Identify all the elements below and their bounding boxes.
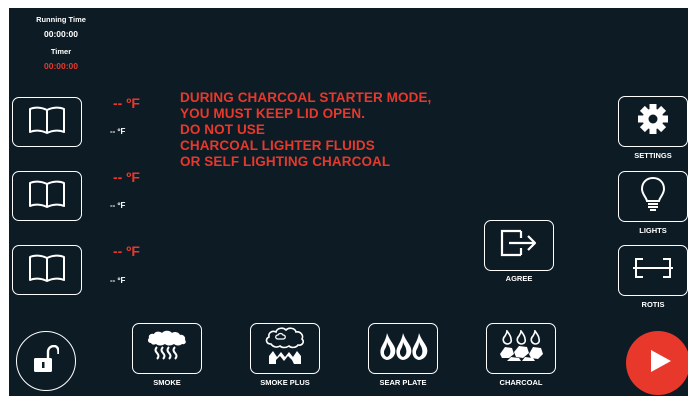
timer-label: Timer (50, 47, 72, 56)
probe-3-button[interactable] (12, 245, 82, 295)
lock-button[interactable] (16, 331, 76, 391)
lights-label: LIGHTS (639, 226, 667, 235)
mode-sear-plate-button[interactable] (368, 323, 438, 374)
probe-2-button[interactable] (12, 171, 82, 221)
warning-line: CHARCOAL LIGHTER FLUIDS (180, 138, 375, 153)
agree-button[interactable] (484, 220, 554, 271)
probe-1-button[interactable] (12, 97, 82, 147)
settings-label: SETTINGS (634, 151, 672, 160)
timer-value: 00:00:00 (43, 61, 79, 71)
probe-1-set-temp: -- ºF (113, 95, 140, 111)
gear-icon (637, 103, 669, 140)
probe-2-set-temp: -- ºF (113, 169, 140, 185)
probe-1-actual-temp: -- ºF (110, 127, 126, 136)
rotis-button[interactable] (618, 245, 688, 296)
smoke-plus-icon (261, 326, 309, 371)
mode-charcoal-label: CHARCOAL (499, 378, 543, 387)
smoke-icon (145, 329, 189, 368)
start-button[interactable] (626, 331, 688, 395)
lightbulb-icon (640, 176, 666, 217)
settings-button[interactable] (618, 96, 688, 147)
mode-sear-plate-label: SEAR PLATE (379, 378, 427, 387)
mode-smoke-plus-button[interactable] (250, 323, 320, 374)
warning-line: DO NOT USE (180, 122, 266, 137)
rotisserie-icon (633, 256, 673, 285)
book-icon (28, 105, 66, 140)
charcoal-warning: DURING CHARCOAL STARTER MODE, YOU MUST K… (180, 90, 431, 170)
running-time-value: 00:00:00 (43, 29, 79, 39)
flames-icon (378, 331, 428, 366)
probe-3-set-temp: -- ºF (113, 243, 140, 259)
lights-button[interactable] (618, 171, 688, 222)
mode-smoke-plus-label: SMOKE PLUS (260, 378, 310, 387)
play-icon (650, 349, 672, 378)
mode-charcoal-button[interactable] (486, 323, 556, 374)
book-icon (28, 253, 66, 288)
unlock-icon (33, 344, 60, 378)
grill-control-screen: Running Time 00:00:00 Timer 00:00:00 -- … (9, 8, 688, 396)
probe-3-actual-temp: -- ºF (110, 276, 126, 285)
agree-label: AGREE (505, 274, 533, 283)
charcoal-icon (497, 328, 545, 367)
probe-2-actual-temp: -- ºF (110, 201, 126, 210)
warning-line: YOU MUST KEEP LID OPEN. (180, 106, 366, 121)
mode-smoke-button[interactable] (132, 323, 202, 374)
running-time-label: Running Time (36, 15, 86, 24)
rotis-label: ROTIS (641, 300, 665, 309)
book-icon (28, 179, 66, 214)
warning-line: OR SELF LIGHTING CHARCOAL (180, 154, 391, 169)
warning-line: DURING CHARCOAL STARTER MODE, (180, 90, 432, 105)
mode-smoke-label: SMOKE (153, 378, 181, 387)
exit-arrow-icon (499, 228, 539, 263)
